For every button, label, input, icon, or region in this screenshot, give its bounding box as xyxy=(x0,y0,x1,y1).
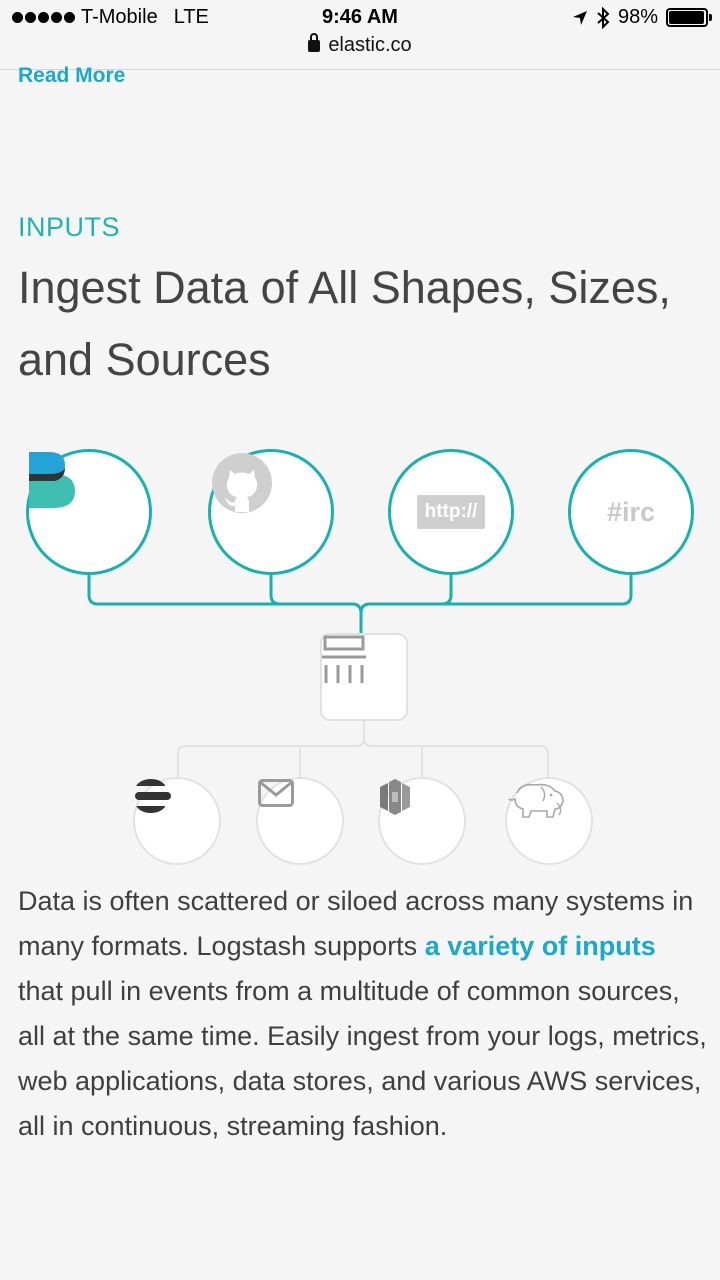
output-elasticsearch xyxy=(133,777,221,865)
input-github xyxy=(208,449,334,575)
beats-icon xyxy=(29,452,75,508)
lock-icon xyxy=(308,33,321,52)
input-irc: #irc xyxy=(568,449,694,575)
url-text: elastic.co xyxy=(328,34,412,56)
aws-s3-icon xyxy=(380,779,410,815)
hadoop-elephant-icon xyxy=(508,783,564,818)
output-hadoop xyxy=(505,777,593,865)
elasticsearch-icon xyxy=(135,779,171,813)
irc-icon: #irc xyxy=(606,496,656,527)
output-email xyxy=(256,777,344,865)
body-text-end: that pull in events from a multitude of … xyxy=(18,976,707,1141)
status-bar: T-Mobile LTE 9:46 AM 98% xyxy=(0,0,720,36)
body-paragraph: Data is often scattered or siloed across… xyxy=(18,879,708,1149)
page-headline: Ingest Data of All Shapes, Sizes, and So… xyxy=(18,262,671,385)
bluetooth-icon xyxy=(597,6,610,29)
location-arrow-icon xyxy=(572,10,587,25)
section-label: INPUTS xyxy=(18,212,121,242)
logstash-hub xyxy=(320,633,408,721)
status-right: 98% xyxy=(572,6,712,29)
logstash-pipeline-icon xyxy=(322,635,366,683)
input-beats xyxy=(26,449,152,575)
github-icon xyxy=(212,453,272,513)
variety-of-inputs-link[interactable]: a variety of inputs xyxy=(425,931,656,961)
http-icon: http:// xyxy=(416,495,486,529)
read-more-link[interactable]: Read More xyxy=(18,64,125,88)
output-aws-s3 xyxy=(378,777,466,865)
battery-percent: 98% xyxy=(617,6,658,28)
input-http: http:// xyxy=(388,449,514,575)
logstash-inputs-diagram: http:// #irc xyxy=(0,440,720,870)
email-icon xyxy=(258,779,294,807)
battery-icon xyxy=(666,8,712,27)
battery-fill xyxy=(669,11,705,24)
